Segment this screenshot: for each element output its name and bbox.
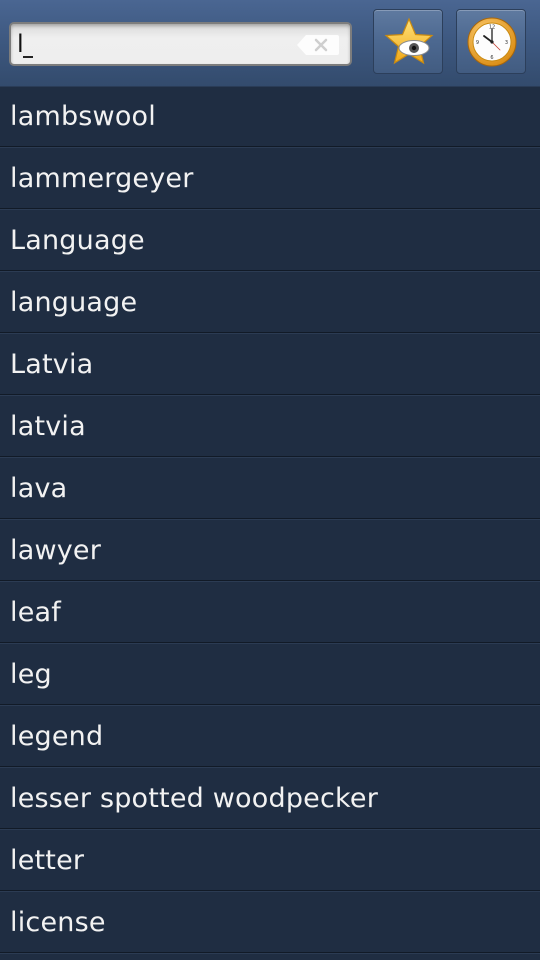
list-item[interactable]: license: [0, 892, 540, 953]
list-item[interactable]: leg: [0, 644, 540, 705]
top-toolbar: 12 3 6 9: [0, 0, 540, 87]
list-item[interactable]: letter: [0, 830, 540, 891]
search-box[interactable]: [9, 22, 352, 66]
svg-text:9: 9: [476, 40, 479, 46]
list-item[interactable]: Language: [0, 210, 540, 271]
list-item[interactable]: lammergeyer: [0, 148, 540, 209]
favorites-button[interactable]: [373, 9, 443, 74]
text-cursor: [23, 56, 33, 58]
star-eye-icon: [384, 17, 434, 65]
list-item[interactable]: legend: [0, 706, 540, 767]
list-item[interactable]: latvia: [0, 396, 540, 457]
clear-search-button[interactable]: [296, 34, 340, 56]
list-item[interactable]: lambswool: [0, 86, 540, 147]
list-item[interactable]: lava: [0, 458, 540, 519]
svg-text:3: 3: [505, 40, 508, 46]
clock-icon: 12 3 6 9: [467, 17, 517, 67]
list-item[interactable]: leaf: [0, 582, 540, 643]
list-item[interactable]: lawyer: [0, 520, 540, 581]
list-item[interactable]: lesser spotted woodpecker: [0, 768, 540, 829]
clear-x-icon: [297, 35, 339, 55]
word-list: lambswool lammergeyer Language language …: [0, 86, 540, 954]
list-item[interactable]: language: [0, 272, 540, 333]
search-input[interactable]: [17, 28, 287, 60]
history-button[interactable]: 12 3 6 9: [456, 9, 526, 74]
svg-text:6: 6: [490, 55, 493, 61]
list-item[interactable]: Latvia: [0, 334, 540, 395]
